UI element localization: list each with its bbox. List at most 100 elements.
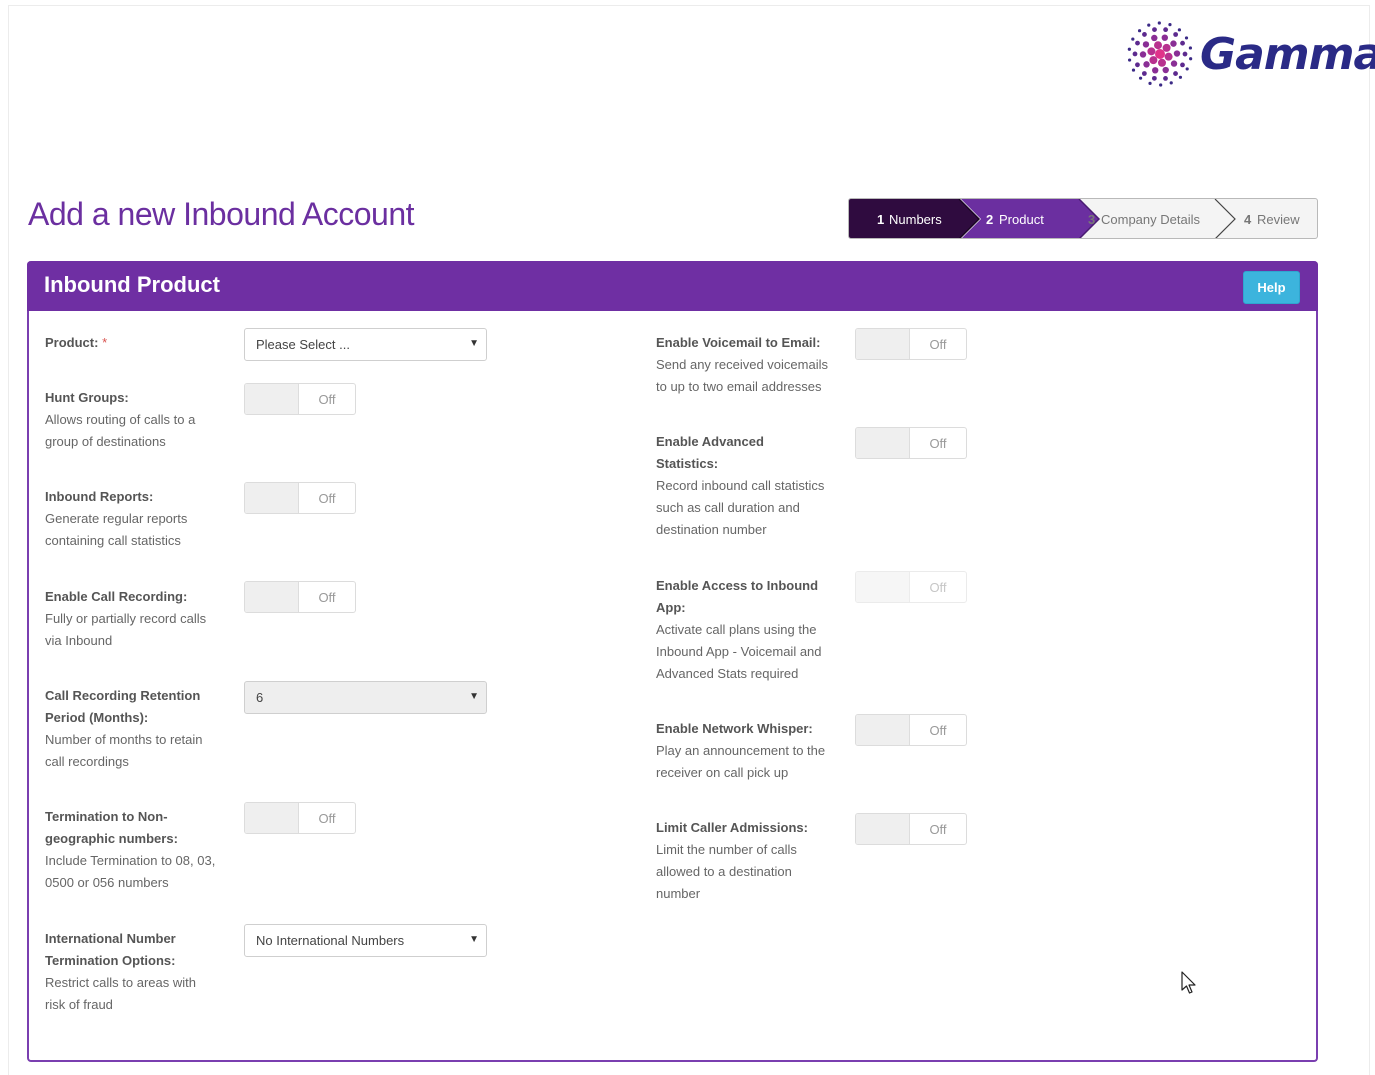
toggle-state: Off (318, 589, 336, 605)
toggle-handle (856, 428, 910, 458)
toggle-state: Off (929, 579, 947, 595)
limit-caller-toggle[interactable]: Off (855, 813, 967, 845)
inbound-app-label: Enable Access to Inbound (656, 578, 819, 593)
limit-caller-label: Limit Caller Admissions: (656, 820, 808, 835)
toggle-handle (856, 715, 910, 745)
toggle-state: Off (318, 490, 336, 506)
international-desc: Restrict calls to areas with (45, 975, 196, 990)
retention-select[interactable]: 6 ▼ (244, 681, 487, 714)
network-whisper-field: Enable Network Whisper: Play an announce… (656, 718, 825, 784)
international-label: Termination Options: (45, 953, 176, 968)
inbound-reports-label: Inbound Reports: (45, 489, 154, 504)
call-recording-desc: via Inbound (45, 633, 113, 648)
required-marker: * (102, 335, 108, 350)
international-field: International Number Termination Options… (45, 928, 196, 1016)
voicemail-toggle[interactable]: Off (855, 328, 967, 360)
toggle-state: Off (929, 435, 947, 451)
limit-caller-desc: number (656, 886, 701, 901)
voicemail-field: Enable Voicemail to Email: Send any rece… (656, 332, 828, 398)
step-number: 1 (877, 212, 884, 227)
logo-text: Gamma (1200, 28, 1375, 80)
step-number: 3 (1088, 212, 1095, 227)
toggle-handle (245, 384, 299, 414)
gamma-dots-icon (1127, 21, 1193, 87)
product-select-value: Please Select ... (256, 337, 350, 352)
termination-desc: Include Termination to 08, 03, (45, 853, 216, 868)
toggle-state: Off (318, 810, 336, 826)
inbound-app-desc: Activate call plans using the (656, 622, 817, 637)
adv-stats-desc: destination number (656, 522, 767, 537)
toggle-handle (856, 814, 910, 844)
step-label: Review (1257, 212, 1300, 227)
call-recording-toggle[interactable]: Off (244, 581, 356, 613)
panel-header: Inbound Product Help (27, 261, 1318, 311)
adv-stats-label: Enable Advanced (656, 434, 764, 449)
network-whisper-desc: Play an announcement to the (656, 743, 826, 758)
step-number: 2 (986, 212, 993, 227)
inbound-app-desc: Advanced Stats required (656, 666, 799, 681)
limit-caller-desc: Limit the number of calls (656, 842, 797, 857)
toggle-handle (245, 483, 299, 513)
inbound-reports-field: Inbound Reports: Generate regular report… (45, 486, 187, 552)
retention-select-value: 6 (256, 690, 264, 705)
hunt-groups-field: Hunt Groups: Allows routing of calls to … (45, 387, 195, 453)
hunt-groups-toggle[interactable]: Off (244, 383, 356, 415)
help-button[interactable]: Help (1243, 271, 1300, 304)
caret-down-icon: ▼ (469, 338, 479, 349)
voicemail-desc: to up to two email addresses (656, 379, 822, 394)
termination-label: Termination to Non- (45, 809, 168, 824)
hunt-groups-desc: Allows routing of calls to a (45, 412, 196, 427)
adv-stats-label: Statistics: (656, 456, 719, 471)
retention-desc: call recordings (45, 754, 129, 769)
toggle-handle (856, 329, 910, 359)
toggle-state: Off (929, 722, 947, 738)
international-desc: risk of fraud (45, 997, 113, 1012)
inbound-app-field: Enable Access to Inbound App: Activate c… (656, 575, 822, 685)
retention-field: Call Recording Retention Period (Months)… (45, 685, 203, 773)
international-select[interactable]: No International Numbers ▼ (244, 924, 487, 957)
toggle-handle (245, 803, 299, 833)
adv-stats-toggle[interactable]: Off (855, 427, 967, 459)
voicemail-label: Enable Voicemail to Email: (656, 335, 821, 350)
page-title: Add a new Inbound Account (28, 196, 415, 232)
call-recording-field: Enable Call Recording: Fully or partiall… (45, 586, 206, 652)
toggle-state: Off (929, 336, 947, 352)
voicemail-desc: Send any received voicemails (656, 357, 828, 372)
inbound-app-toggle[interactable]: Off (855, 571, 967, 603)
termination-label: geographic numbers: (45, 831, 178, 846)
step-number: 4 (1244, 212, 1252, 227)
retention-label: Period (Months): (45, 710, 149, 725)
caret-down-icon: ▼ (469, 934, 479, 945)
termination-desc: 0500 or 056 numbers (45, 875, 169, 890)
retention-label: Call Recording Retention (45, 688, 201, 703)
call-recording-label: Enable Call Recording: (45, 589, 188, 604)
limit-caller-field: Limit Caller Admissions: Limit the numbe… (656, 817, 808, 905)
step-label: Numbers (889, 212, 942, 227)
inbound-reports-desc: Generate regular reports (45, 511, 188, 526)
toggle-state: Off (318, 391, 336, 407)
termination-toggle[interactable]: Off (244, 802, 356, 834)
product-select[interactable]: Please Select ... ▼ (244, 328, 487, 361)
international-label: International Number (45, 931, 176, 946)
panel-title: Inbound Product (44, 272, 220, 297)
product-field: Product: * (45, 332, 107, 354)
limit-caller-desc: allowed to a destination (656, 864, 792, 879)
toggle-handle (245, 582, 299, 612)
toggle-handle (856, 572, 910, 602)
adv-stats-field: Enable Advanced Statistics: Record inbou… (656, 431, 824, 541)
gamma-logo: Gamma (1126, 20, 1375, 88)
caret-down-icon: ▼ (469, 691, 479, 702)
network-whisper-label: Enable Network Whisper: (656, 721, 813, 736)
inbound-app-desc: Inbound App - Voicemail and (656, 644, 822, 659)
step-label: Company Details (1101, 212, 1200, 227)
inbound-reports-toggle[interactable]: Off (244, 482, 356, 514)
step-label: Product (999, 212, 1044, 227)
inbound-app-label: App: (656, 600, 686, 615)
inbound-reports-desc: containing call statistics (45, 533, 181, 548)
network-whisper-desc: receiver on call pick up (656, 765, 789, 780)
termination-field: Termination to Non- geographic numbers: … (45, 806, 215, 894)
product-label: Product: (45, 335, 99, 350)
mouse-cursor-icon (1181, 971, 1196, 994)
network-whisper-toggle[interactable]: Off (855, 714, 967, 746)
adv-stats-desc: such as call duration and (656, 500, 800, 515)
